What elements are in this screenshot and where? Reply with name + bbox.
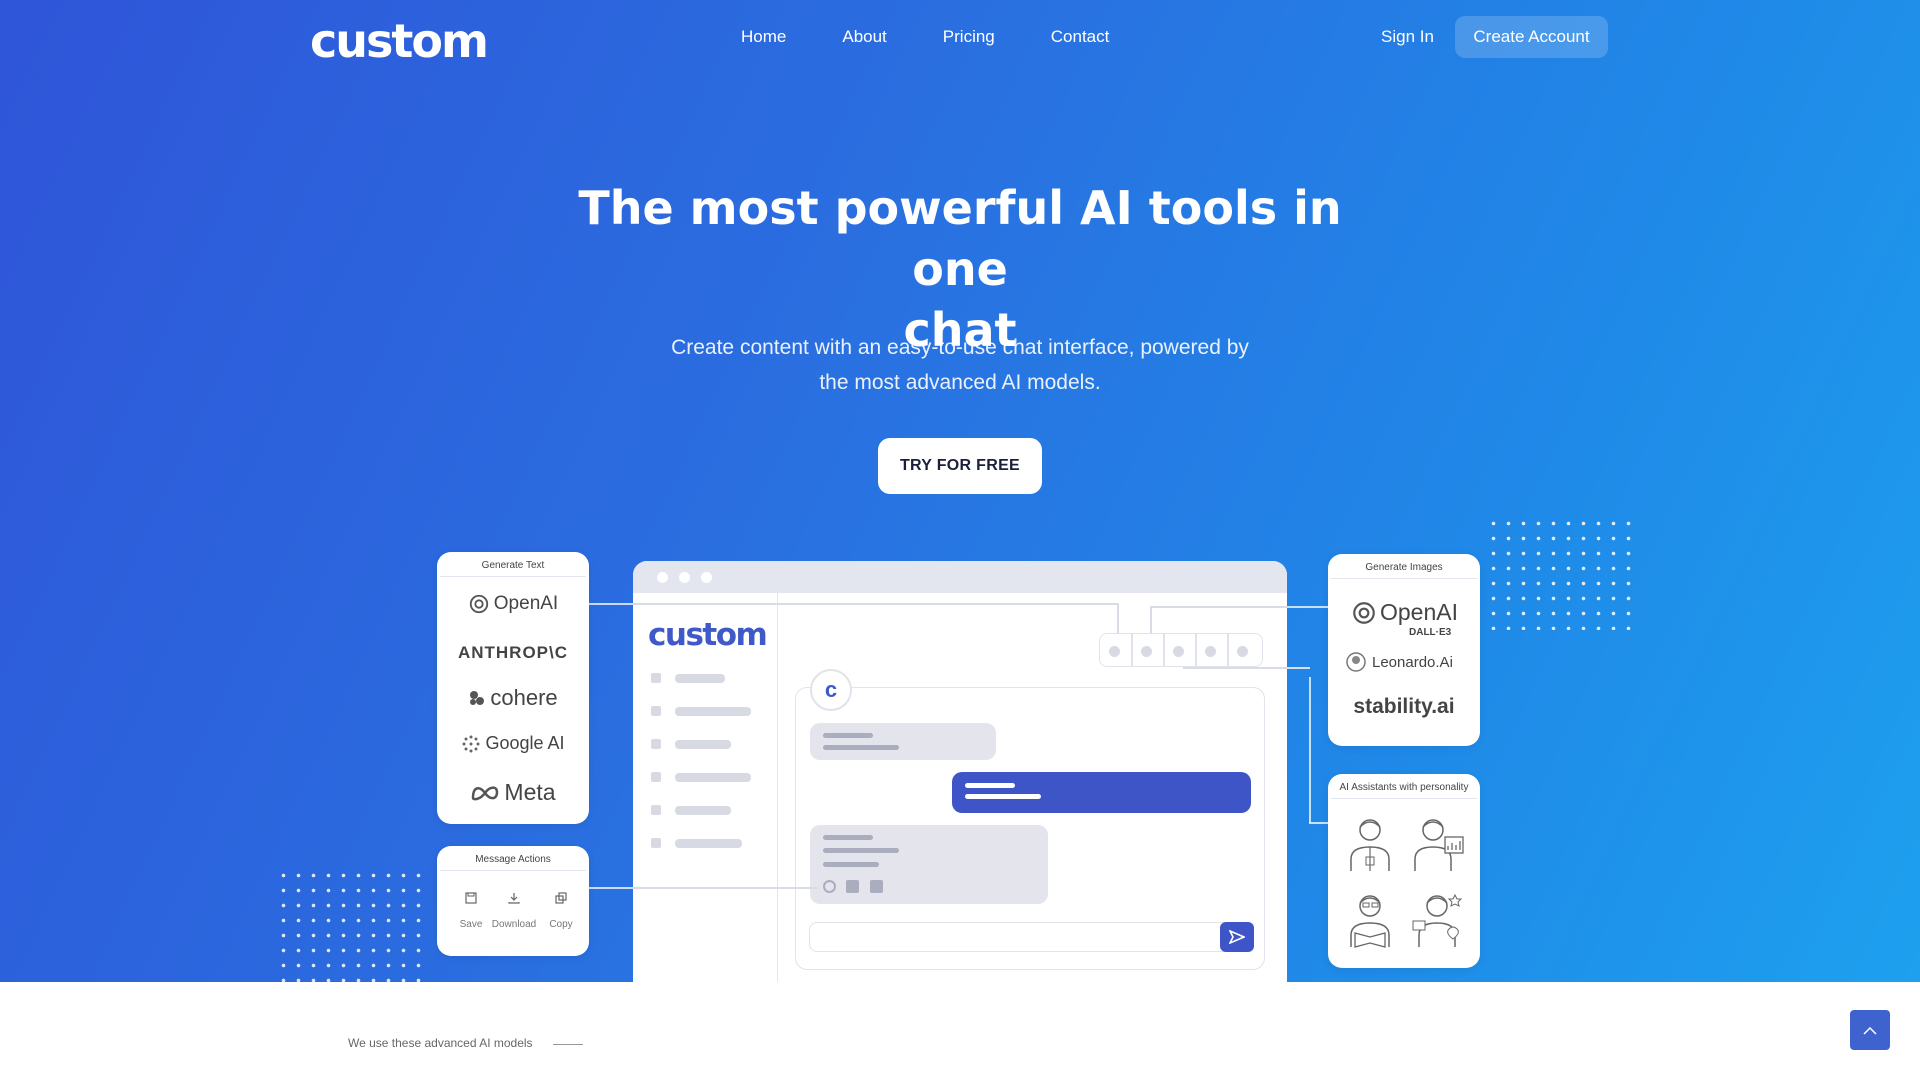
window-dot xyxy=(657,572,668,583)
hero-subline: Create content with an easy-to-use chat … xyxy=(640,330,1280,400)
sign-in-link[interactable]: Sign In xyxy=(1381,27,1434,47)
card-title: Generate Images xyxy=(1331,557,1477,579)
assistant-avatar: c xyxy=(810,669,852,711)
window-dot xyxy=(701,572,712,583)
brand-stability: stability.ai xyxy=(1353,695,1455,718)
window-dot xyxy=(679,572,690,583)
model-selector-strip xyxy=(1099,633,1263,667)
google-ai-row: Google AI xyxy=(440,733,586,754)
user-message-bubble xyxy=(952,772,1251,813)
model-dot xyxy=(1237,646,1248,657)
connector-line xyxy=(1183,667,1310,669)
app-preview-window: custom c xyxy=(633,561,1287,982)
preview-logo: custom xyxy=(648,617,768,653)
save-action[interactable]: Save xyxy=(454,891,488,930)
download-action[interactable]: Download xyxy=(489,891,539,930)
google-ai-icon xyxy=(462,735,480,752)
hero-section: custom Home About Pricing Contact Sign I… xyxy=(0,0,1920,982)
headline-line-1: The most powerful AI tools in one xyxy=(578,181,1342,296)
models-section-label: We use these advanced AI models xyxy=(348,1036,533,1050)
create-account-button[interactable]: Create Account xyxy=(1455,16,1608,58)
chevron-up-icon xyxy=(1863,1026,1877,1035)
save-icon xyxy=(465,892,477,904)
dot-grid-right xyxy=(1486,516,1636,630)
openai-row: OpenAI xyxy=(440,593,586,615)
message-actions-card: Message Actions Save Download Copy xyxy=(437,846,589,956)
assistant-message-bubble xyxy=(810,723,996,760)
copy-label: Copy xyxy=(549,919,573,930)
label-divider xyxy=(553,1044,583,1045)
chat-input[interactable] xyxy=(809,922,1254,952)
model-dot xyxy=(1109,646,1120,657)
ai-assistants-card: AI Assistants with personality xyxy=(1328,774,1480,968)
openai-icon xyxy=(469,594,488,614)
card-title: Generate Text xyxy=(440,555,586,577)
scroll-to-top-button[interactable] xyxy=(1850,1010,1890,1050)
cohere-icon xyxy=(470,691,485,705)
subline-line-2: the most advanced AI models. xyxy=(819,371,1101,394)
card-title: AI Assistants with personality xyxy=(1331,777,1477,799)
brand-openai: OpenAI xyxy=(493,593,559,614)
copy-icon xyxy=(555,892,567,904)
meta-icon xyxy=(472,785,499,800)
nav-pricing[interactable]: Pricing xyxy=(943,27,995,47)
model-dot xyxy=(1141,646,1152,657)
connector-line xyxy=(588,603,633,605)
copy-action[interactable]: Copy xyxy=(544,891,578,930)
brand-anthropic: ANTHROP\C xyxy=(457,643,569,662)
connector-line xyxy=(1309,822,1330,824)
assistant-writer-icon xyxy=(1350,895,1390,948)
leonardo-icon xyxy=(1346,652,1366,672)
meta-row: Meta xyxy=(440,779,586,806)
nav-about[interactable]: About xyxy=(842,27,886,47)
window-titlebar xyxy=(633,561,1287,593)
connector-line xyxy=(633,887,818,889)
nav-contact[interactable]: Contact xyxy=(1051,27,1110,47)
dot-grid-left xyxy=(276,868,426,982)
connector-line xyxy=(633,603,1117,605)
brand-openai: OpenAI xyxy=(1380,599,1458,625)
model-dot xyxy=(1173,646,1184,657)
cohere-row: cohere xyxy=(440,685,586,711)
brand-google-ai: Google AI xyxy=(485,733,565,753)
brand-cohere: cohere xyxy=(490,685,558,710)
assistant-message-bubble xyxy=(810,825,1048,904)
assistant-support-icon xyxy=(1412,893,1463,947)
brand-dalle: DALL·E3 xyxy=(1409,627,1452,638)
try-for-free-button[interactable]: TRY FOR FREE xyxy=(878,438,1042,494)
model-dot xyxy=(1205,646,1216,657)
nav-home[interactable]: Home xyxy=(741,27,786,47)
site-logo[interactable]: custom xyxy=(310,14,489,68)
connector-line xyxy=(1150,606,1288,608)
leonardo-row: Leonardo.Ai xyxy=(1345,651,1453,673)
connector-line xyxy=(1287,606,1330,608)
connector-line xyxy=(1309,677,1311,823)
assistant-analyst-icon xyxy=(1414,819,1464,871)
send-icon xyxy=(1229,930,1245,944)
connector-line xyxy=(1150,606,1152,633)
connector-line xyxy=(1117,603,1119,633)
brand-leonardo: Leonardo.Ai xyxy=(1372,653,1453,671)
send-button[interactable] xyxy=(1220,922,1254,952)
generate-images-card: Generate Images OpenAI DALL·E3 Leonardo.… xyxy=(1328,554,1480,746)
save-label: Save xyxy=(459,919,483,930)
generate-text-card: Generate Text OpenAI ANTHROP\C cohere Go… xyxy=(437,552,589,824)
openai-icon xyxy=(1353,601,1375,624)
assistant-avatar-icon xyxy=(1350,819,1390,871)
download-icon xyxy=(508,893,520,904)
download-label: Download xyxy=(491,919,537,930)
preview-sidebar: custom xyxy=(633,593,778,982)
main-nav: Home About Pricing Contact xyxy=(741,27,1165,47)
brand-meta: Meta xyxy=(504,779,556,805)
subline-line-1: Create content with an easy-to-use chat … xyxy=(671,336,1249,359)
card-title: Message Actions xyxy=(440,849,586,871)
openai-dalle-row: OpenAI xyxy=(1351,599,1458,626)
